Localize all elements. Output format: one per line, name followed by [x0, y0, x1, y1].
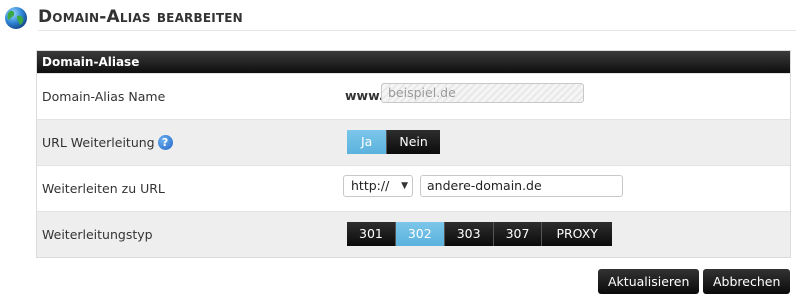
- protocol-select[interactable]: http:// ▼: [343, 175, 413, 197]
- url-redirect-no-button[interactable]: Nein: [387, 130, 440, 154]
- globe-icon: [5, 7, 27, 29]
- redirect-type-301-button[interactable]: 301: [347, 222, 396, 246]
- row-redirect-url: Weiterleiten zu URL http:// ▼ andere-dom…: [37, 165, 790, 211]
- domain-alias-name-label: Domain-Alias Name: [42, 89, 166, 104]
- redirect-type-proxy-button[interactable]: PROXY: [542, 222, 612, 246]
- url-redirect-yes-button[interactable]: Ja: [347, 130, 388, 154]
- domain-alias-input: beispiel.de: [381, 83, 584, 103]
- redirect-type-toggle: 301 302 303 307 PROXY: [347, 222, 612, 246]
- update-button[interactable]: Aktualisieren: [598, 269, 700, 294]
- page-title: Domain-Alias bearbeiten: [38, 7, 243, 27]
- redirect-type-302-button[interactable]: 302: [395, 222, 445, 246]
- www-prefix: www.: [345, 88, 384, 103]
- page-header: Domain-Alias bearbeiten: [4, 4, 796, 31]
- redirect-url-input[interactable]: andere-domain.de: [420, 175, 623, 197]
- url-redirect-label-text: URL Weiterleitung: [42, 135, 155, 150]
- row-url-redirect: URL Weiterleitung? Ja Nein: [37, 119, 790, 165]
- redirect-type-label: Weiterleitungstyp: [42, 227, 153, 242]
- protocol-select-value: http://: [351, 178, 390, 193]
- row-domain-alias-name: Domain-Alias Name www. beispiel.de: [37, 73, 790, 119]
- url-redirect-toggle: Ja Nein: [347, 130, 440, 154]
- url-redirect-label: URL Weiterleitung?: [42, 120, 173, 165]
- title-divider: [38, 30, 796, 31]
- cancel-button[interactable]: Abbrechen: [703, 269, 791, 294]
- redirect-type-303-button[interactable]: 303: [444, 222, 494, 246]
- redirect-url-label: Weiterleiten zu URL: [42, 181, 165, 196]
- row-redirect-type: Weiterleitungstyp 301 302 303 307 PROXY: [37, 211, 790, 257]
- panel-title: Domain-Aliase: [37, 51, 790, 73]
- chevron-down-icon: ▼: [401, 181, 408, 191]
- redirect-type-307-button[interactable]: 307: [493, 222, 543, 246]
- help-icon[interactable]: ?: [157, 135, 173, 150]
- domain-alias-panel: Domain-Aliase Domain-Alias Name www. bei…: [36, 50, 791, 258]
